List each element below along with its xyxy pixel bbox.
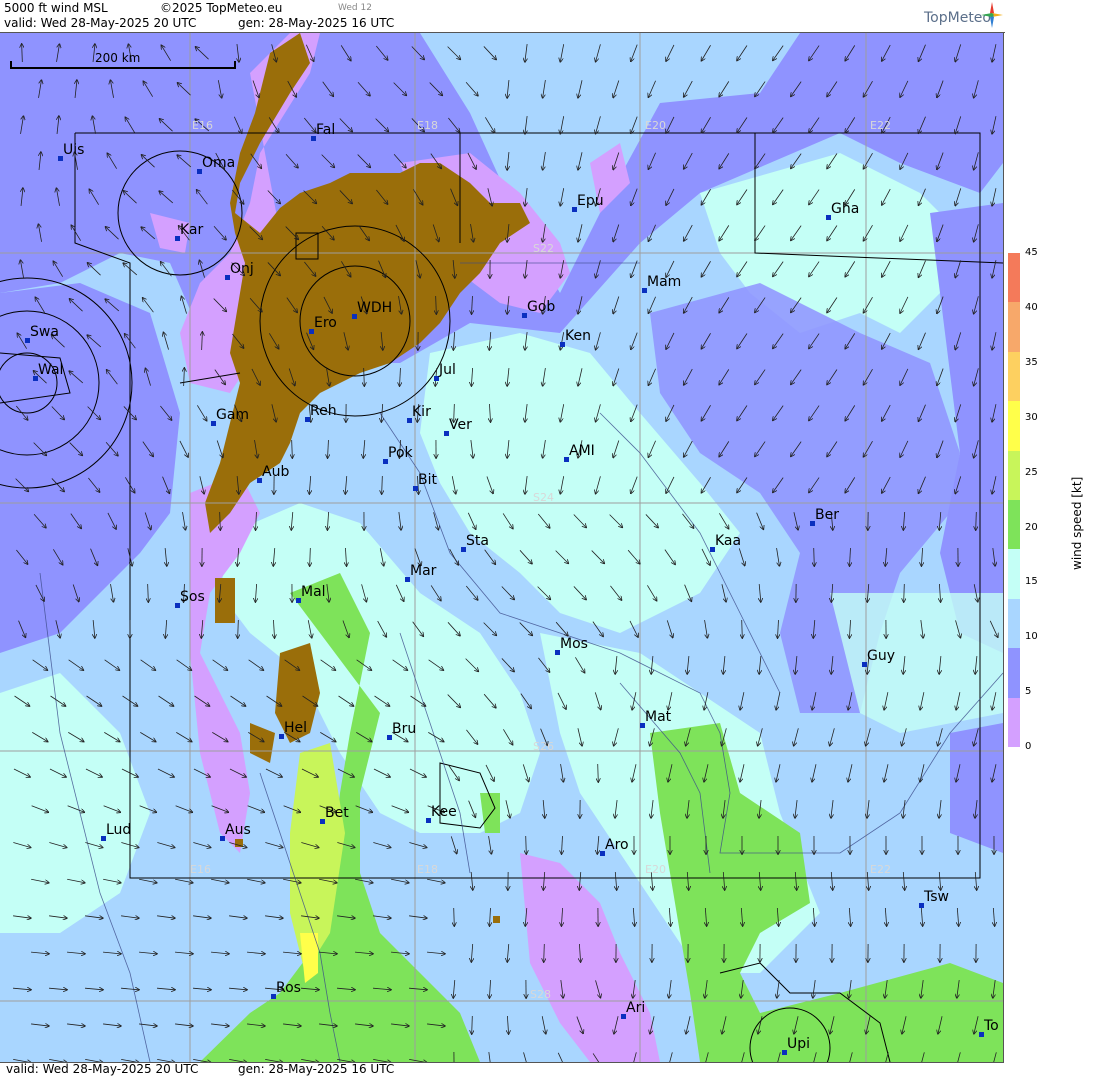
city-label: Ros bbox=[276, 980, 301, 996]
city-label: AMI bbox=[569, 443, 595, 459]
generated-time: gen: 28-May-2025 16 UTC bbox=[238, 16, 395, 30]
city-label: Guy bbox=[867, 648, 896, 664]
wind-map[interactable]: 200 km E16 E18 E20 E22 S22 S24 S26 S28 E… bbox=[0, 33, 1004, 1063]
footer-valid-time: valid: Wed 28-May-2025 20 UTC bbox=[6, 1062, 199, 1076]
city-label: Bru bbox=[392, 721, 417, 737]
city-label: WDH bbox=[357, 300, 393, 316]
city-label: Reh bbox=[310, 403, 337, 419]
city-label: Bet bbox=[325, 805, 349, 821]
legend-tick-label: 25 bbox=[1025, 466, 1038, 478]
legend-color-segment bbox=[1008, 253, 1020, 303]
city-label: Wal bbox=[38, 362, 64, 378]
city-label: Uis bbox=[63, 142, 85, 158]
legend-tick-label: 20 bbox=[1025, 521, 1038, 533]
grid-label-e16-bottom: E16 bbox=[190, 863, 211, 876]
city-label: Gob bbox=[527, 299, 556, 315]
city-label: Ken bbox=[565, 328, 591, 344]
wind-speed-field bbox=[0, 33, 1003, 1062]
legend-color-segment bbox=[1008, 598, 1020, 649]
legend-tick-label: 40 bbox=[1025, 301, 1038, 313]
city-label: Mam bbox=[647, 274, 682, 290]
city-label: Ari bbox=[626, 1000, 646, 1016]
city-label: Mar bbox=[410, 563, 437, 579]
grid-label-e18-bottom: E18 bbox=[417, 863, 438, 876]
copyright-text: ©2025 TopMeteo.eu bbox=[160, 1, 283, 15]
city-label: Bit bbox=[418, 472, 437, 488]
grid-label-e20-bottom: E20 bbox=[645, 863, 666, 876]
legend-color-segment bbox=[1008, 500, 1020, 550]
city-label: Swa bbox=[30, 324, 59, 340]
city-label: Pok bbox=[388, 445, 413, 461]
city-label: Kaa bbox=[715, 533, 742, 549]
valid-time: valid: Wed 28-May-2025 20 UTC bbox=[4, 16, 197, 30]
legend-tick-label: 35 bbox=[1025, 356, 1038, 368]
legend-tick-label: 0 bbox=[1025, 741, 1032, 753]
legend-tick-label: 5 bbox=[1025, 686, 1032, 698]
city-label: Fal bbox=[316, 122, 336, 138]
legend-tick-label: 10 bbox=[1025, 631, 1038, 643]
legend-color-segment bbox=[1008, 302, 1020, 353]
map-header: 5000 ft wind MSL ©2025 TopMeteo.eu Wed 1… bbox=[0, 0, 1005, 33]
city-label: Kee bbox=[431, 804, 457, 820]
city-label: Gha bbox=[831, 201, 860, 217]
grid-label-s22: S22 bbox=[533, 242, 554, 255]
legend-color-segment bbox=[1008, 549, 1020, 600]
city-label: Epu bbox=[577, 193, 604, 209]
city-label: Jul bbox=[439, 362, 456, 378]
city-label: To bbox=[984, 1018, 999, 1034]
city-label: Onj bbox=[230, 261, 254, 277]
grid-label-e18-top: E18 bbox=[417, 119, 438, 132]
scale-label: 200 km bbox=[95, 51, 141, 65]
grid-label-s28: S28 bbox=[530, 988, 551, 1001]
city-label: Mos bbox=[560, 636, 588, 652]
city-label: Upi bbox=[787, 1036, 811, 1052]
city-label: Aub bbox=[262, 464, 290, 480]
city-label: Hel bbox=[284, 720, 308, 736]
grid-label-s24: S24 bbox=[533, 491, 554, 504]
city-label: Oma bbox=[202, 155, 236, 171]
legend-axis-label: wind speed [kt] bbox=[1070, 476, 1084, 570]
legend-color-segment bbox=[1008, 351, 1020, 402]
city-label: Ver bbox=[449, 417, 472, 433]
legend-color-segment bbox=[1008, 450, 1020, 501]
grid-label-e22-top: E22 bbox=[870, 119, 891, 132]
city-label: Mal bbox=[301, 584, 326, 600]
legend-color-segment bbox=[1008, 697, 1020, 748]
city-label: Kir bbox=[412, 404, 431, 420]
legend-tick-label: 30 bbox=[1025, 411, 1038, 423]
city-label: Gam bbox=[216, 407, 250, 423]
legend-tick-label: 15 bbox=[1025, 576, 1038, 588]
compass-icon bbox=[981, 2, 1003, 28]
city-label: Ber bbox=[815, 507, 839, 523]
legend-color-segment bbox=[1008, 401, 1020, 452]
footer-generated-time: gen: 28-May-2025 16 UTC bbox=[238, 1062, 395, 1076]
grid-label-e22-bottom: E22 bbox=[870, 863, 891, 876]
grid-label-e16-top: E16 bbox=[192, 119, 213, 132]
city-label: Mat bbox=[645, 709, 672, 725]
city-label: Kar bbox=[180, 222, 204, 238]
legend-color-bar bbox=[1008, 253, 1020, 748]
grid-label-e20-top: E20 bbox=[645, 119, 666, 132]
city-label: Ero bbox=[314, 315, 337, 331]
product-title: 5000 ft wind MSL bbox=[4, 1, 108, 15]
city-label: Aus bbox=[225, 822, 251, 838]
city-label: Sta bbox=[466, 533, 489, 549]
map-footer: valid: Wed 28-May-2025 20 UTC gen: 28-Ma… bbox=[0, 1062, 1005, 1077]
city-label: Tsw bbox=[924, 889, 949, 905]
forecast-step: Wed 12 bbox=[338, 3, 372, 13]
legend-color-segment bbox=[1008, 648, 1020, 699]
legend-tick-label: 45 bbox=[1025, 247, 1038, 258]
grid-label-s26: S26 bbox=[533, 740, 554, 753]
city-label: Sos bbox=[180, 589, 205, 605]
city-label: Lud bbox=[106, 822, 132, 838]
city-label: Aro bbox=[605, 837, 629, 853]
